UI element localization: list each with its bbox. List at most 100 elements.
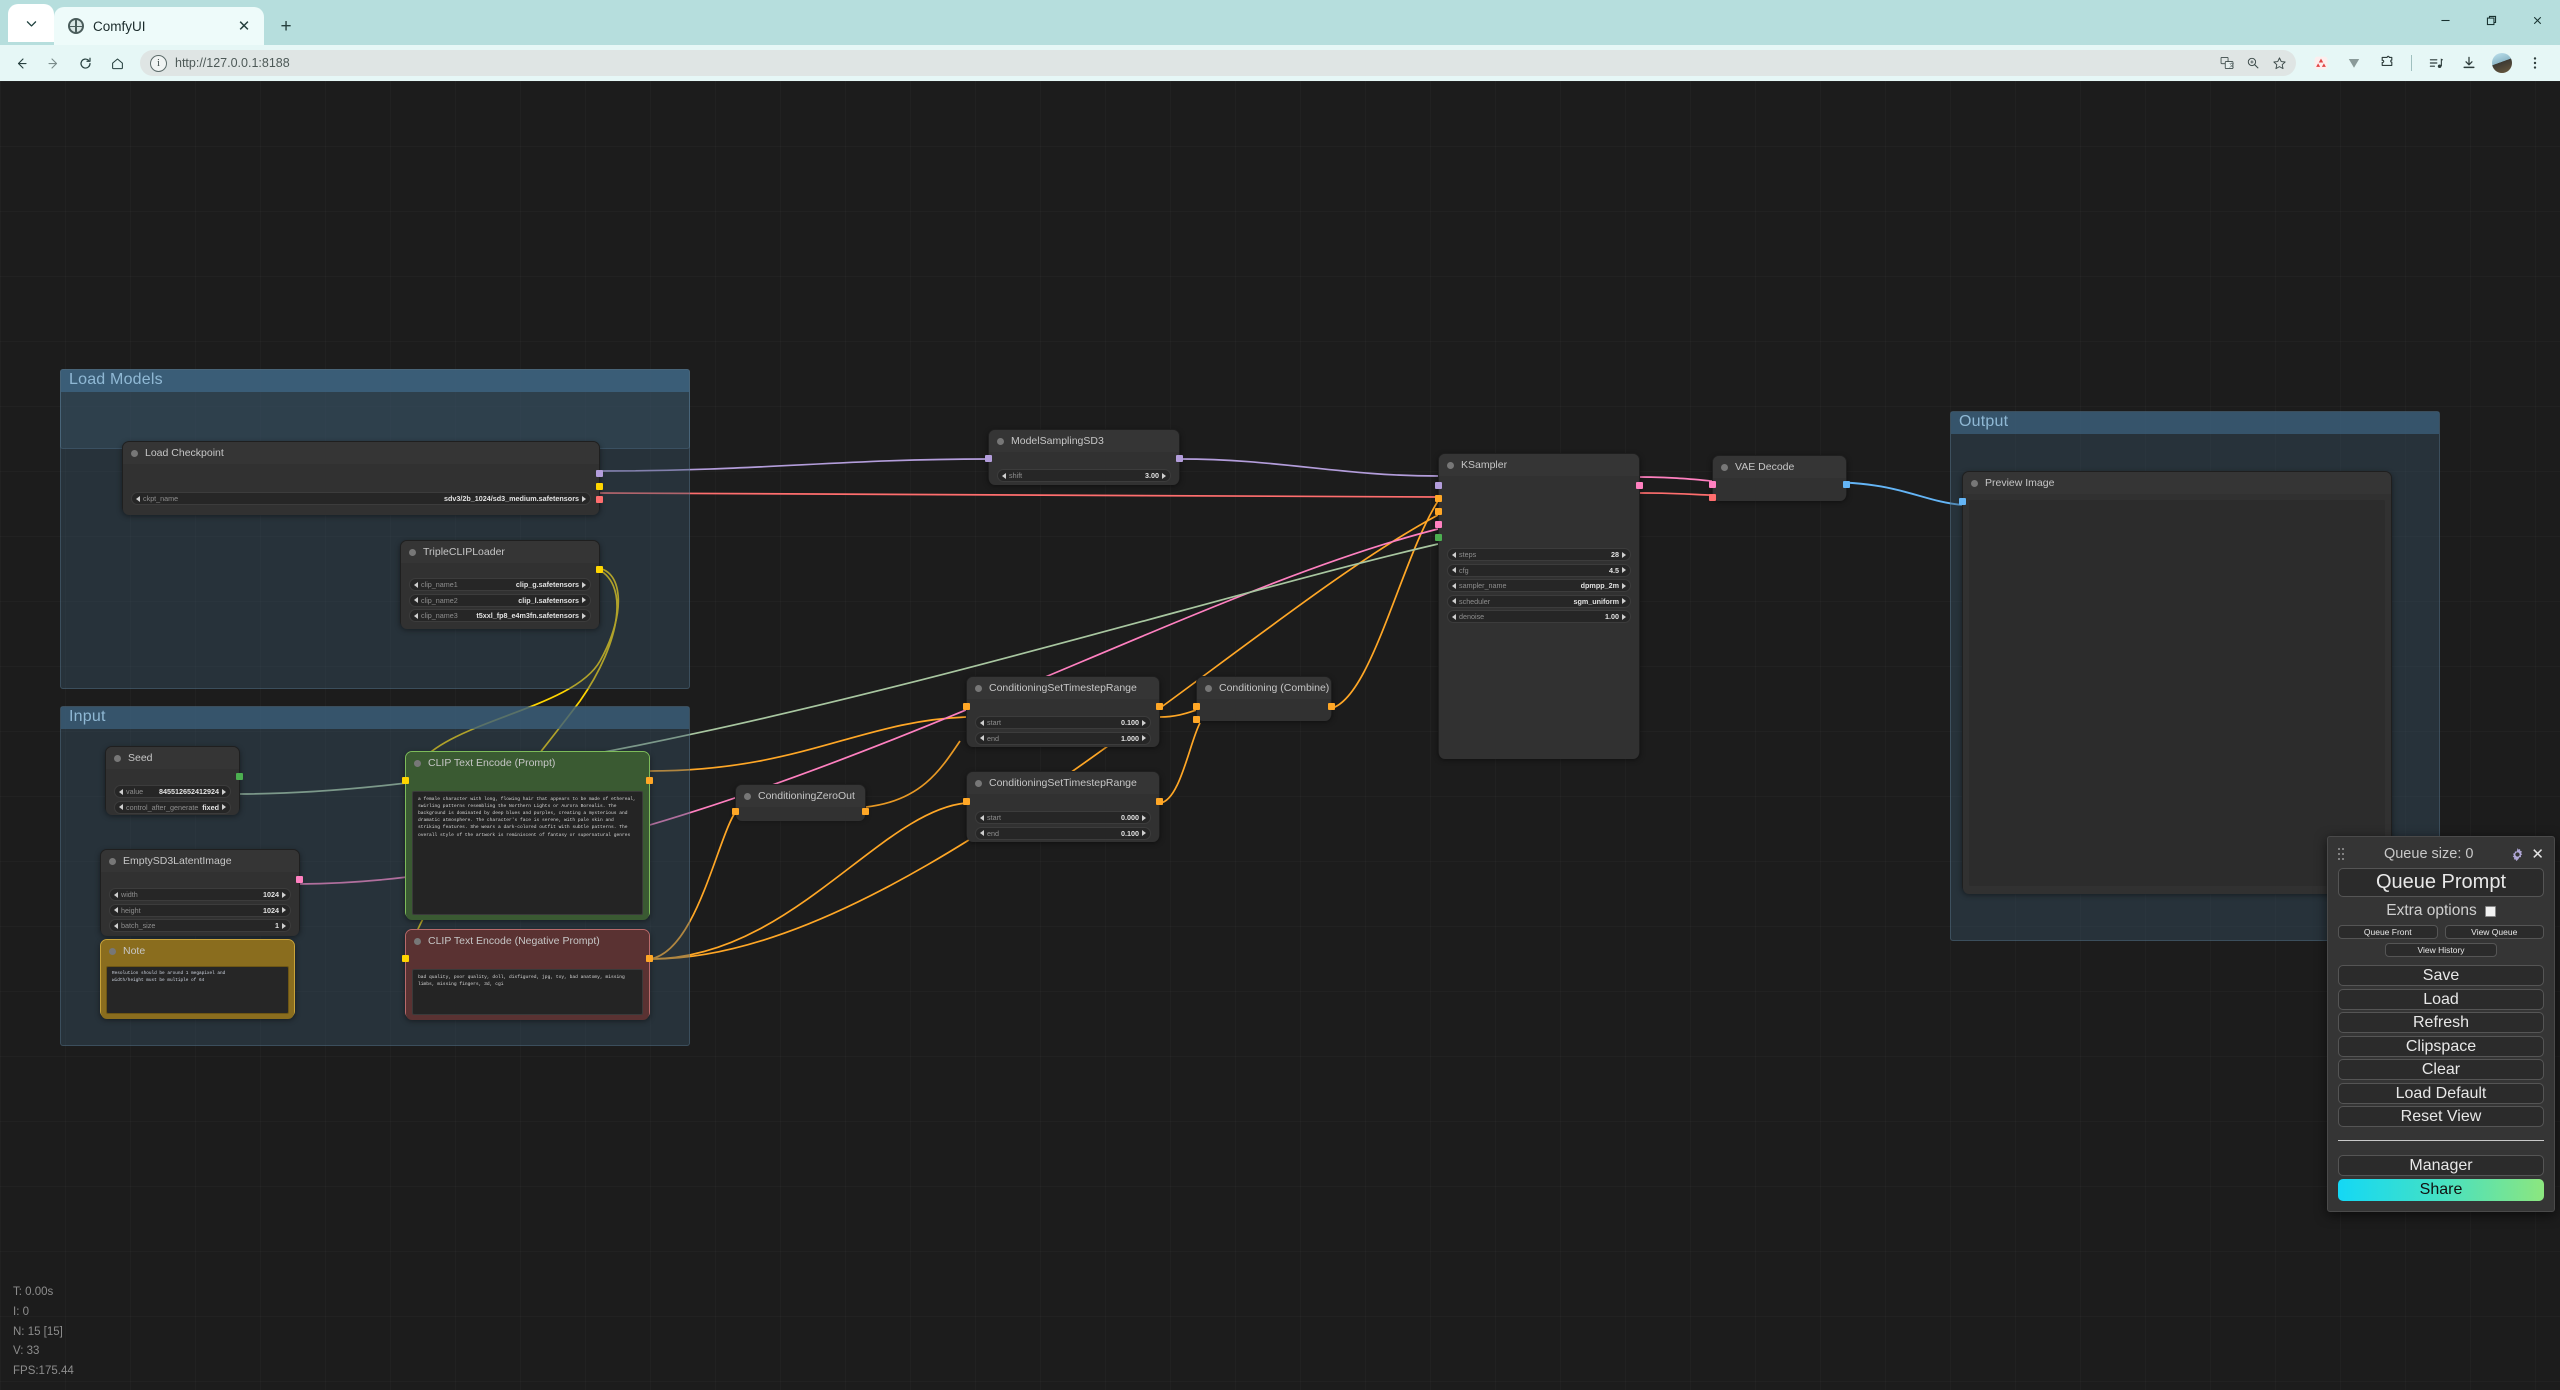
widget-seed-value[interactable]: value 845512652412924 [114, 785, 231, 798]
increment-arrow-icon[interactable] [1622, 551, 1626, 558]
decrement-arrow-icon[interactable] [980, 830, 984, 836]
collapse-dot-icon[interactable] [114, 754, 121, 762]
new-tab-button[interactable]: + [274, 14, 298, 38]
queue-prompt-button[interactable]: Queue Prompt [2338, 868, 2544, 897]
decrement-arrow-icon[interactable] [1452, 567, 1456, 573]
input-port-samples[interactable] [1709, 481, 1716, 488]
widget-sampler-name[interactable]: sampler_name dpmpp_2m [1447, 579, 1631, 592]
output-port-clip[interactable] [596, 483, 603, 490]
decrement-arrow-icon[interactable] [980, 814, 984, 821]
output-port-latent[interactable] [1636, 482, 1643, 489]
input-port-clip[interactable] [402, 777, 409, 784]
node-header[interactable]: Note [101, 940, 294, 962]
increment-arrow-icon[interactable] [1142, 735, 1146, 741]
node-empty-sd3-latent-image[interactable]: EmptySD3LatentImage width 1024 height 10… [100, 849, 303, 936]
node-triple-clip-loader[interactable]: TripleCLIPLoader clip_name1 clip_g.safet… [400, 540, 603, 629]
widget-clip-name3[interactable]: clip_name3 t5xxl_fp8_e4m3fn.safetensors [409, 609, 591, 622]
increment-arrow-icon[interactable] [1622, 582, 1626, 589]
decrement-arrow-icon[interactable] [1002, 472, 1006, 479]
collapse-dot-icon[interactable] [1447, 461, 1454, 469]
note-textarea[interactable]: Resolution should be around 1 megapixel … [106, 966, 289, 1014]
input-port-images[interactable] [1959, 498, 1966, 505]
input-port-model[interactable] [985, 455, 992, 462]
collapse-dot-icon[interactable] [975, 779, 982, 787]
node-conditioning-zero-out[interactable]: ConditioningZeroOut [732, 784, 869, 821]
input-port-clip[interactable] [402, 955, 409, 962]
increment-arrow-icon[interactable] [222, 804, 226, 810]
node-header[interactable]: VAE Decode [1713, 456, 1846, 478]
increment-arrow-icon[interactable] [282, 907, 286, 913]
gear-icon[interactable] [2510, 847, 2525, 862]
comfy-menu-panel[interactable]: Queue size: 0 ✕ Queue Prompt Extra optio… [2327, 836, 2555, 1212]
node-clip-text-encode-negative[interactable]: CLIP Text Encode (Negative Prompt) bad q… [402, 929, 653, 1020]
increment-arrow-icon[interactable] [582, 597, 586, 603]
node-load-checkpoint[interactable]: Load Checkpoint ckpt_name sdv3/2b_1024/s… [122, 441, 603, 515]
decrement-arrow-icon[interactable] [414, 612, 418, 619]
widget-scheduler[interactable]: scheduler sgm_uniform [1447, 594, 1631, 608]
save-button[interactable]: Save [2338, 965, 2544, 986]
forward-arrow-icon[interactable] [38, 48, 68, 78]
collapse-dot-icon[interactable] [414, 937, 421, 945]
group-load-models-body[interactable]: Load Models [60, 369, 690, 689]
window-close-icon[interactable] [2514, 0, 2560, 40]
node-vae-decode[interactable]: VAE Decode [1709, 455, 1850, 501]
maximize-icon[interactable] [2468, 0, 2514, 40]
decrement-arrow-icon[interactable] [1452, 613, 1456, 620]
increment-arrow-icon[interactable] [222, 788, 226, 795]
media-list-icon[interactable] [2421, 48, 2451, 78]
node-seed[interactable]: Seed value 845512652412924 control_after… [105, 746, 243, 815]
node-header[interactable]: ModelSamplingSD3 [989, 430, 1179, 452]
extensions-puzzle-icon[interactable] [2372, 48, 2402, 78]
output-port-latent[interactable] [296, 876, 303, 883]
output-port-conditioning[interactable] [1156, 798, 1163, 805]
collapse-dot-icon[interactable] [975, 684, 982, 692]
load-default-button[interactable]: Load Default [2338, 1082, 2544, 1104]
collapse-dot-icon[interactable] [997, 437, 1004, 445]
node-header[interactable]: KSampler [1439, 454, 1639, 476]
node-header[interactable]: Seed [106, 747, 239, 769]
minimize-icon[interactable] [2422, 0, 2468, 40]
decrement-arrow-icon[interactable] [980, 735, 984, 741]
input-port-vae[interactable] [1709, 494, 1716, 501]
extension-v-icon[interactable] [2339, 48, 2369, 78]
extra-options-checkbox[interactable] [2484, 905, 2496, 917]
output-port-conditioning[interactable] [1328, 703, 1335, 710]
widget-start[interactable]: start 0.000 [975, 811, 1151, 824]
input-port-latent-image[interactable] [1435, 521, 1442, 528]
node-preview-image[interactable]: Preview Image [1959, 471, 2392, 894]
node-model-sampling-sd3[interactable]: ModelSamplingSD3 shift 3.00 [985, 429, 1183, 485]
node-header[interactable]: TripleCLIPLoader [401, 541, 599, 563]
decrement-arrow-icon[interactable] [1452, 551, 1456, 558]
extension-red-icon[interactable] [2306, 48, 2336, 78]
downloads-icon[interactable] [2454, 48, 2484, 78]
node-header[interactable]: Load Checkpoint [123, 442, 599, 464]
widget-cfg[interactable]: cfg 4.5 [1447, 563, 1631, 577]
increment-arrow-icon[interactable] [1622, 567, 1626, 573]
reload-icon[interactable] [70, 48, 100, 78]
widget-shift[interactable]: shift 3.00 [997, 469, 1171, 482]
decrement-arrow-icon[interactable] [119, 788, 123, 795]
input-port-seed[interactable] [1435, 534, 1442, 541]
output-port-image[interactable] [1843, 481, 1850, 488]
input-port-positive[interactable] [1435, 495, 1442, 502]
output-port-conditioning[interactable] [646, 955, 653, 962]
increment-arrow-icon[interactable] [1162, 472, 1166, 479]
output-port-model[interactable] [596, 470, 603, 477]
node-conditioning-set-timestep-range-2[interactable]: ConditioningSetTimestepRange start 0.000… [963, 771, 1163, 842]
back-arrow-icon[interactable] [6, 48, 36, 78]
comfyui-canvas[interactable]: Load Models Load Models Input Output Loa… [0, 81, 2560, 1390]
share-button[interactable]: Share [2338, 1178, 2544, 1201]
queue-front-button[interactable]: Queue Front [2338, 925, 2438, 939]
widget-control-after-generate[interactable]: control_after_generate fixed [114, 800, 231, 814]
decrement-arrow-icon[interactable] [114, 922, 118, 929]
output-port-int[interactable] [236, 773, 243, 780]
widget-height[interactable]: height 1024 [109, 903, 291, 917]
input-port-conditioning-2[interactable] [1193, 716, 1200, 723]
node-header[interactable]: CLIP Text Encode (Negative Prompt) [406, 930, 649, 952]
decrement-arrow-icon[interactable] [980, 719, 984, 726]
collapse-dot-icon[interactable] [1721, 463, 1728, 471]
output-port-conditioning[interactable] [862, 808, 869, 815]
zoom-icon[interactable] [2242, 52, 2264, 74]
increment-arrow-icon[interactable] [1142, 719, 1146, 726]
input-port-conditioning[interactable] [963, 703, 970, 710]
